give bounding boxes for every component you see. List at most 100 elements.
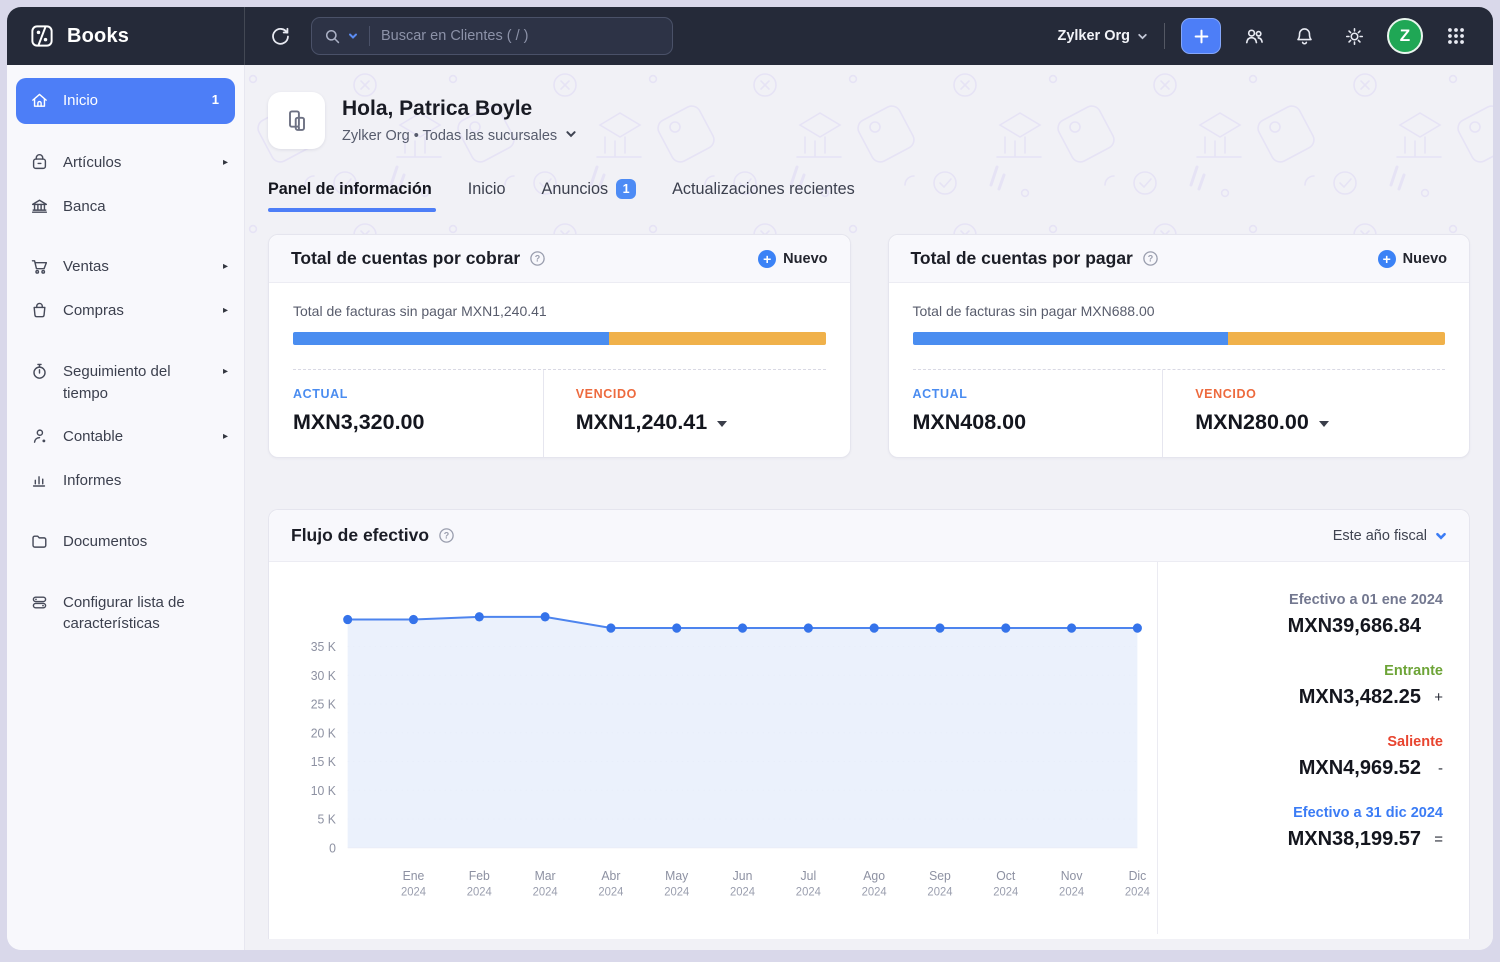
receivables-card-title: Total de cuentas por cobrar ? [291,248,546,269]
svg-text:10 K: 10 K [311,784,337,798]
current-amount-block: ACTUAL MXN408.00 [913,370,1163,457]
help-icon[interactable]: ? [1142,250,1159,267]
payables-card-title: Total de cuentas por pagar ? [911,248,1159,269]
fiscal-year-filter[interactable]: Este año fiscal [1333,528,1447,544]
search-icon [324,28,341,45]
settings-gear-icon[interactable] [1337,19,1371,53]
unpaid-invoices-total: Total de facturas sin pagar MXN1,240.41 [293,303,826,319]
new-bill-button[interactable]: + Nuevo [1378,250,1447,268]
svg-text:15 K: 15 K [311,755,337,769]
help-icon[interactable]: ? [529,250,546,267]
svg-text:2024: 2024 [730,886,756,898]
count-badge: 1 [212,91,219,110]
chevron-down-icon [1137,31,1148,42]
chevron-right-icon: ▸ [223,430,228,445]
quick-create-button[interactable] [1181,18,1221,54]
sidebar-item-configurar-lista-de-caracteristicas[interactable]: Configurar lista de características [7,581,244,647]
sidebar-item-inicio[interactable]: Inicio 1 [16,78,235,124]
svg-text:2024: 2024 [1125,886,1151,898]
bank-icon [30,197,50,216]
sidebar-item-contable[interactable]: Contable ▸ [7,415,244,459]
payables-progress-bar [913,332,1446,345]
svg-text:Mar: Mar [535,869,556,883]
sidebar-item-ventas[interactable]: Ventas ▸ [7,245,244,289]
receivables-card: Total de cuentas por cobrar ? + Nuevo To… [268,234,851,458]
tab-actualizaciones-recientes[interactable]: Actualizaciones recientes [672,179,855,212]
svg-text:Sep: Sep [929,869,951,883]
tab-panel-de-informacion[interactable]: Panel de información [268,179,432,212]
users-icon[interactable] [1237,19,1271,53]
chevron-right-icon: ▸ [223,365,228,380]
refresh-icon[interactable] [263,19,297,53]
count-badge: 1 [616,179,636,199]
svg-text:Nov: Nov [1061,869,1084,883]
apps-grid-icon[interactable] [1439,19,1473,53]
books-logo-icon [29,23,55,49]
svg-text:Ene: Ene [403,869,425,883]
chevron-down-icon [565,128,577,144]
chevron-right-icon: ▸ [223,156,228,171]
plus-icon: + [1378,250,1396,268]
sidebar-item-documentos[interactable]: Documentos [7,520,244,564]
sidebar-item-articulos[interactable]: Artículos ▸ [7,141,244,185]
search-scope-chevron-icon[interactable] [348,31,358,41]
home-icon [30,91,50,110]
tab-anuncios[interactable]: Anuncios 1 [542,179,637,212]
svg-text:2024: 2024 [664,886,690,898]
sidebar-item-banca[interactable]: Banca [7,185,244,229]
org-avatar [268,92,325,149]
svg-text:30 K: 30 K [311,669,337,683]
svg-text:Jun: Jun [733,869,753,883]
overdue-amount-block[interactable]: VENCIDO MXN280.00 [1162,370,1445,457]
notifications-bell-icon[interactable] [1287,19,1321,53]
caret-down-icon[interactable] [1319,421,1329,427]
tab-bar: Panel de información Inicio Anuncios 1 A… [268,179,1493,212]
help-icon[interactable]: ? [438,527,455,544]
new-invoice-button[interactable]: + Nuevo [758,250,827,268]
chevron-right-icon: ▸ [223,304,228,319]
sidebar-item-compras[interactable]: Compras ▸ [7,289,244,333]
svg-text:2024: 2024 [927,886,953,898]
svg-text:?: ? [1148,254,1153,264]
bag-icon [30,153,50,172]
brand[interactable]: Books [7,7,245,65]
svg-text:Ago: Ago [863,869,885,883]
cashflow-summary: Efectivo a 01 ene 2024 MXN39,686.84 Entr… [1157,562,1469,934]
caret-down-icon[interactable] [717,421,727,427]
svg-text:Jul: Jul [801,869,817,883]
org-selector[interactable]: Zylker Org [1057,28,1148,44]
svg-text:20 K: 20 K [311,726,337,740]
shopping-bag-icon [30,301,50,320]
current-segment [913,332,1229,345]
overdue-segment [609,332,826,345]
overdue-amount-block[interactable]: VENCIDO MXN1,240.41 [543,370,826,457]
chevron-right-icon: ▸ [223,260,228,275]
svg-text:35 K: 35 K [311,640,337,654]
cashflow-summary-saliente: Saliente MXN4,969.52- [1184,734,1443,780]
svg-text:25 K: 25 K [311,697,337,711]
cart-icon [30,257,50,276]
svg-text:2024: 2024 [1059,886,1085,898]
org-branch-selector[interactable]: Zylker Org • Todas las sucursales [342,128,577,144]
svg-text:0: 0 [329,841,336,855]
search-input[interactable] [381,28,660,44]
tab-inicio[interactable]: Inicio [468,179,506,212]
payables-card: Total de cuentas por pagar ? + Nuevo Tot… [888,234,1471,458]
unpaid-bills-total: Total de facturas sin pagar MXN688.00 [913,303,1446,319]
svg-text:Dic: Dic [1129,869,1147,883]
svg-text:2024: 2024 [993,886,1019,898]
svg-text:Abr: Abr [601,869,620,883]
cashflow-chart[interactable]: 05 K10 K15 K20 K25 K30 K35 KEne2024Feb20… [269,562,1157,934]
user-avatar[interactable]: Z [1387,18,1423,54]
timer-icon [30,362,50,381]
search-bar[interactable] [311,17,673,55]
receivables-progress-bar [293,332,826,345]
sidebar-item-informes[interactable]: Informes [7,459,244,503]
svg-text:2024: 2024 [533,886,559,898]
cashflow-summary-efectivo-a-31-dic-2024: Efectivo a 31 dic 2024 MXN38,199.57= [1184,805,1443,851]
cashflow-summary-entrante: Entrante MXN3,482.25+ [1184,663,1443,709]
sidebar-item-seguimiento-del-tiempo[interactable]: Seguimiento del tiempo ▸ [7,350,244,416]
svg-text:2024: 2024 [796,886,822,898]
current-segment [293,332,609,345]
current-amount-block: ACTUAL MXN3,320.00 [293,370,543,457]
